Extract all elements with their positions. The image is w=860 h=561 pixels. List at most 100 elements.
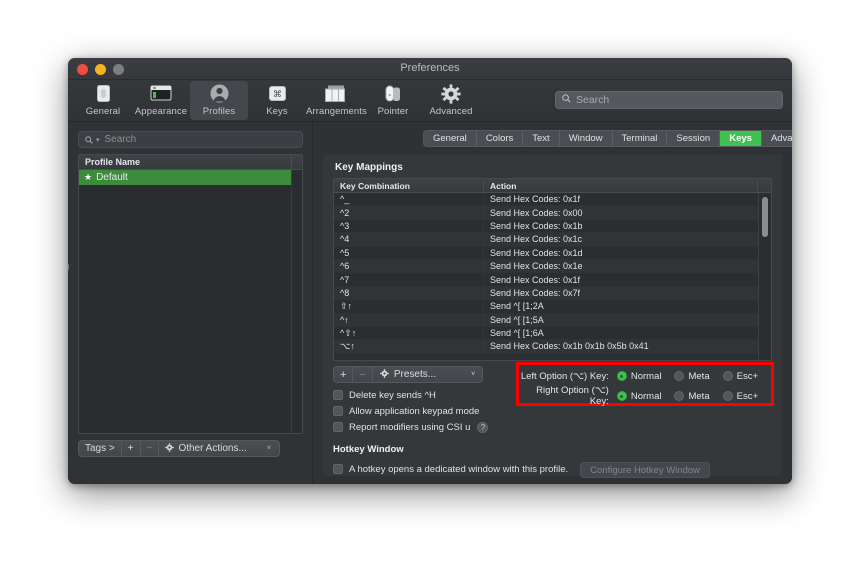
cell-key: ^5: [334, 246, 484, 259]
table-row[interactable]: ^_ Send Hex Codes: 0x1f: [334, 193, 758, 207]
profile-search-placeholder: Search: [104, 134, 137, 145]
radio-right-option-esc[interactable]: Esc+: [722, 391, 758, 402]
key-options-checkboxes: Delete key sends ^H Allow application ke…: [333, 388, 489, 436]
add-profile-button[interactable]: +: [122, 441, 141, 456]
star-icon: ★: [84, 172, 93, 182]
radio-right-option-meta[interactable]: Meta: [674, 391, 710, 402]
help-icon[interactable]: ?: [477, 421, 489, 433]
keys-icon: ⌘: [248, 83, 306, 104]
configure-hotkey-window-button[interactable]: Configure Hotkey Window: [580, 462, 710, 478]
cell-key: ^7: [334, 273, 484, 286]
sidebar-segmented-controls: Tags > + − Other Actions... ˅: [78, 440, 280, 457]
cell-action: Send Hex Codes: 0x1c: [490, 234, 583, 245]
tab-session[interactable]: Session: [667, 131, 721, 146]
other-actions-button[interactable]: Other Actions... ˅: [159, 441, 278, 456]
profile-row-default[interactable]: ★ Default: [79, 170, 302, 185]
add-mapping-button[interactable]: +: [334, 367, 354, 382]
hotkey-window-row: A hotkey opens a dedicated window with t…: [333, 462, 710, 478]
cell-action: Send ^[ [1;2A: [490, 301, 544, 312]
profiles-table: Profile Name ★ Default: [78, 154, 303, 434]
preferences-window: Preferences General Appearance Profiles …: [68, 58, 792, 484]
toolbar-item-appearance[interactable]: Appearance: [132, 81, 190, 120]
radio-label: Normal: [630, 370, 662, 382]
arrangements-icon: [306, 83, 364, 104]
sidebar-footer-toolbar: Tags > + − Other Actions... ˅: [78, 440, 280, 457]
table-row[interactable]: ⌥↑ Send Hex Codes: 0x1b 0x1b 0x5b 0x41: [334, 340, 758, 354]
table-row[interactable]: ^6 Send Hex Codes: 0x1e: [334, 259, 758, 274]
table-row[interactable]: ^⇧↑ Send ^[ [1;6A: [334, 326, 758, 341]
profile-search-input[interactable]: ▾ Search: [78, 131, 303, 148]
tab-advanced[interactable]: Advanced: [762, 131, 792, 146]
toolbar-item-profiles[interactable]: Profiles: [190, 81, 248, 120]
tab-terminal[interactable]: Terminal: [613, 131, 668, 146]
toolbar-label-general: General: [85, 106, 121, 117]
tab-text[interactable]: Text: [523, 131, 560, 146]
key-mappings-scrollbar[interactable]: [758, 193, 771, 360]
radio-label: Esc+: [736, 370, 758, 382]
checkbox-icon: [333, 464, 343, 474]
profile-row-label: Default: [96, 172, 128, 183]
presets-button[interactable]: Presets... ˅: [373, 367, 482, 382]
table-row[interactable]: ⇧↑ Send ^[ [1;2A: [334, 300, 758, 314]
radio-icon: [616, 391, 627, 401]
column-resize-grip[interactable]: [291, 155, 302, 169]
toolbar-item-general[interactable]: General: [74, 81, 132, 120]
cell-action: Send Hex Codes: 0x1f: [490, 274, 581, 285]
radio-left-option-meta[interactable]: Meta: [674, 370, 710, 382]
profiles-scrollbar[interactable]: [291, 170, 302, 433]
tab-colors[interactable]: Colors: [477, 131, 524, 146]
radio-left-option-esc[interactable]: Esc+: [722, 370, 758, 382]
table-row[interactable]: ^3 Send Hex Codes: 0x1b: [334, 219, 758, 234]
toolbar-search-field[interactable]: Search: [555, 91, 783, 109]
cell-action: Send Hex Codes: 0x7f: [490, 287, 581, 298]
table-row[interactable]: ^2 Send Hex Codes: 0x00: [334, 206, 758, 220]
sidebar-resize-handle[interactable]: [68, 264, 69, 270]
cell-key: ⌥↑: [334, 340, 484, 353]
chevron-down-icon: ˅: [471, 371, 476, 378]
remove-profile-button[interactable]: −: [141, 441, 160, 456]
appearance-icon: [132, 83, 190, 104]
toolbar-label-profiles: Profiles: [202, 106, 236, 117]
toolbar-item-pointer[interactable]: Pointer: [364, 81, 422, 120]
cell-action: Send Hex Codes: 0x1d: [490, 247, 583, 258]
table-row[interactable]: ^8 Send Hex Codes: 0x7f: [334, 286, 758, 301]
tags-button[interactable]: Tags >: [79, 441, 122, 456]
toolbar-label-advanced: Advanced: [429, 106, 473, 117]
radio-icon: [616, 371, 627, 381]
toolbar-label-keys: Keys: [266, 106, 288, 117]
settings-tab-bar: General Colors Text Window Terminal Sess…: [423, 130, 792, 147]
radio-icon: [674, 371, 685, 381]
tab-general[interactable]: General: [424, 131, 477, 146]
hotkey-window-title: Hotkey Window: [333, 444, 404, 455]
toolbar-item-advanced[interactable]: Advanced: [422, 81, 480, 120]
tab-window[interactable]: Window: [560, 131, 613, 146]
checkbox-csi-u[interactable]: Report modifiers using CSI u ?: [333, 420, 489, 434]
toolbar-item-arrangements[interactable]: Arrangements: [306, 81, 367, 120]
toolbar-item-keys[interactable]: ⌘ Keys: [248, 81, 306, 120]
checkbox-delete-key-sends[interactable]: Delete key sends ^H: [333, 388, 488, 402]
window-body: ▾ Search Profile Name ★ Default Tags > +: [68, 122, 792, 484]
checkbox-hotkey-window[interactable]: A hotkey opens a dedicated window with t…: [333, 462, 568, 476]
toolbar-items: General Appearance Profiles ⌘ Keys Arran…: [74, 81, 480, 120]
table-row[interactable]: ^4 Send Hex Codes: 0x1c: [334, 233, 758, 247]
svg-text:⌘: ⌘: [273, 90, 282, 100]
toolbar-label-appearance: Appearance: [134, 106, 188, 117]
radio-right-option-normal[interactable]: Normal: [616, 391, 661, 402]
radio-left-option-normal[interactable]: Normal: [616, 370, 662, 382]
profiles-icon: [190, 83, 248, 104]
radio-label: Meta: [688, 370, 710, 382]
chevron-down-icon[interactable]: ▾: [96, 136, 100, 144]
remove-mapping-button[interactable]: −: [353, 367, 373, 382]
profiles-column-name: Profile Name: [85, 157, 141, 167]
general-icon: [74, 83, 132, 104]
column-key-combination: Key Combination: [334, 180, 484, 191]
scrollbar-thumb[interactable]: [762, 197, 768, 237]
cell-key: ^_: [334, 193, 484, 206]
table-row[interactable]: ^5 Send Hex Codes: 0x1d: [334, 246, 758, 260]
checkbox-keypad-mode[interactable]: Allow application keypad mode: [333, 404, 488, 418]
table-row[interactable]: ^↑ Send ^[ [1;5A: [334, 313, 758, 327]
cell-action: Send Hex Codes: 0x1f: [490, 194, 581, 205]
table-row[interactable]: ^7 Send Hex Codes: 0x1f: [334, 273, 758, 287]
tab-keys[interactable]: Keys: [720, 131, 762, 146]
radio-icon: [722, 391, 733, 401]
